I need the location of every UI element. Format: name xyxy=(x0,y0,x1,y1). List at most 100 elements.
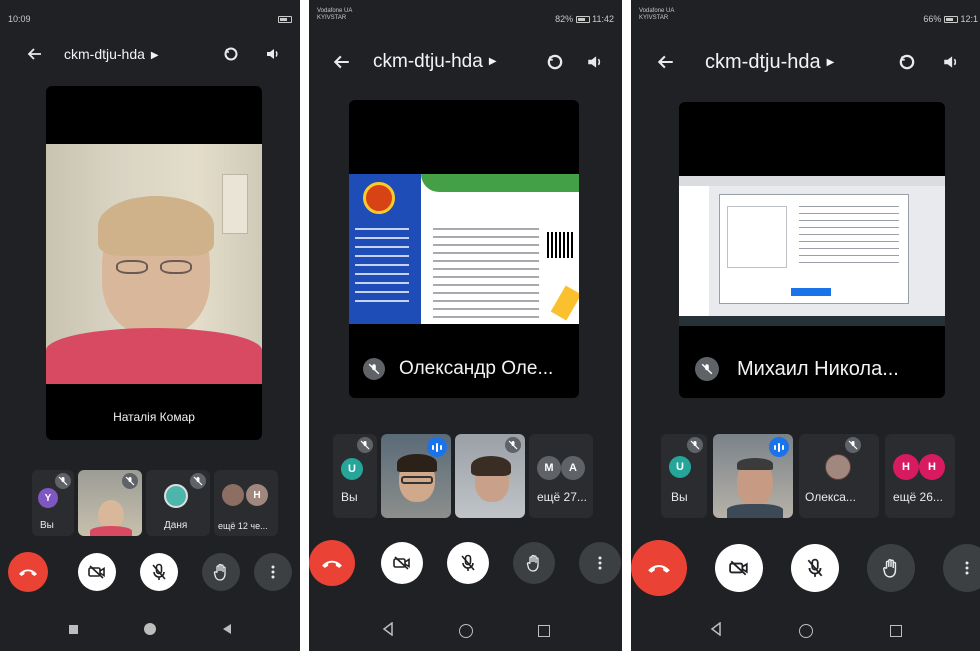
avatar: H xyxy=(893,454,919,480)
home-icon[interactable] xyxy=(459,624,474,638)
self-thumbnail[interactable]: U Вы xyxy=(333,434,377,518)
mic-off-icon xyxy=(363,358,385,380)
camera-off-button[interactable] xyxy=(78,553,116,591)
recents-icon[interactable] xyxy=(69,624,79,634)
switch-camera-icon[interactable] xyxy=(894,49,920,75)
participant-strip: U Вы Олекса... H H ещё 26... xyxy=(661,434,955,518)
self-thumbnail[interactable]: Y Вы xyxy=(32,470,74,536)
more-options-button[interactable] xyxy=(254,553,292,591)
mic-off-button[interactable] xyxy=(140,553,178,591)
battery-icon xyxy=(943,16,958,24)
mic-off-icon xyxy=(687,437,703,453)
mic-off-button[interactable] xyxy=(447,542,489,584)
status-bar: 10:09 xyxy=(0,0,300,34)
status-bar: Vodafone UA KYIVSTAR 66% 12:1 xyxy=(631,0,980,34)
back-icon[interactable] xyxy=(381,621,395,641)
mic-off-icon xyxy=(357,437,373,453)
meeting-code[interactable]: ckm-dtju-hda ▶ xyxy=(64,46,159,62)
end-call-button[interactable] xyxy=(631,540,687,596)
avatar: Y xyxy=(38,488,58,508)
mic-off-icon xyxy=(122,473,138,489)
participant-thumbnail-oleksa[interactable]: Олекса... xyxy=(799,434,879,518)
battery-percent: 82% xyxy=(555,14,574,24)
phone-screen-2: Vodafone UA KYIVSTAR 82% 11:42 ckm-dtju-… xyxy=(309,0,622,651)
mic-off-button[interactable] xyxy=(791,544,839,592)
switch-camera-icon[interactable] xyxy=(218,41,244,67)
meeting-header: ckm-dtju-hda ▶ xyxy=(631,42,980,82)
speaker-icon[interactable] xyxy=(582,49,608,75)
meeting-code[interactable]: ckm-dtju-hda ▶ xyxy=(373,51,497,73)
self-thumbnail[interactable]: U Вы xyxy=(661,434,707,518)
avatar: H xyxy=(246,484,268,506)
meeting-header: ckm-dtju-hda ▶ xyxy=(309,42,622,82)
participant-thumbnail-video[interactable] xyxy=(78,470,142,536)
more-participants-thumbnail[interactable]: M A ещё 27... xyxy=(529,434,593,518)
participant-thumbnail-video[interactable] xyxy=(455,434,525,518)
avatar xyxy=(164,484,188,508)
participant-name: Наталія Комар xyxy=(113,410,195,424)
call-controls xyxy=(0,552,300,592)
end-call-button[interactable] xyxy=(8,552,48,592)
status-time: 12:1 xyxy=(960,14,978,24)
meeting-header: ckm-dtju-hda ▶ xyxy=(0,34,300,74)
back-arrow-icon[interactable] xyxy=(651,47,681,77)
avatar: A xyxy=(561,456,585,480)
more-participants-thumbnail[interactable]: H H ещё 26... xyxy=(885,434,955,518)
recents-icon[interactable] xyxy=(537,625,550,637)
battery-percent: 66% xyxy=(923,14,942,24)
raise-hand-button[interactable] xyxy=(202,553,240,591)
recents-icon[interactable] xyxy=(889,625,902,637)
mic-off-icon xyxy=(695,357,719,381)
participant-name: Олександр Оле... xyxy=(399,358,554,379)
avatar: U xyxy=(669,456,691,478)
back-arrow-icon[interactable] xyxy=(327,47,357,77)
main-video-tile[interactable]: Олександр Оле... xyxy=(349,100,579,398)
participant-thumbnail-video-speaking[interactable] xyxy=(713,434,793,518)
android-nav-bar xyxy=(631,613,980,649)
more-options-button[interactable] xyxy=(579,542,621,584)
meeting-code[interactable]: ckm-dtju-hda ▶ xyxy=(705,51,834,74)
raise-hand-button[interactable] xyxy=(513,542,555,584)
speaking-indicator-icon xyxy=(769,437,789,457)
back-arrow-icon[interactable] xyxy=(20,39,50,69)
avatar xyxy=(222,484,244,506)
home-icon[interactable] xyxy=(799,624,814,638)
mic-off-icon xyxy=(190,473,206,489)
avatar: M xyxy=(537,456,561,480)
shared-screen-desktop xyxy=(679,176,945,326)
participant-strip: Y Вы Даня H ещё 12 че... xyxy=(32,470,278,536)
avatar xyxy=(825,454,851,480)
status-time: 10:09 xyxy=(8,14,31,24)
end-call-button[interactable] xyxy=(309,540,355,586)
back-icon[interactable] xyxy=(222,624,231,634)
battery-icon xyxy=(575,16,590,24)
participant-thumbnail-danya[interactable]: Даня xyxy=(146,470,210,536)
participant-thumbnail-video-speaking[interactable] xyxy=(381,434,451,518)
speaker-icon[interactable] xyxy=(938,49,964,75)
call-controls xyxy=(309,540,622,586)
main-video-tile[interactable]: Наталія Комар xyxy=(46,86,262,440)
home-icon[interactable] xyxy=(144,623,157,635)
more-participants-thumbnail[interactable]: H ещё 12 че... xyxy=(214,470,278,536)
back-icon[interactable] xyxy=(709,621,723,641)
avatar: H xyxy=(919,454,945,480)
status-time: 11:42 xyxy=(592,14,614,24)
call-controls xyxy=(631,540,980,596)
mic-off-icon xyxy=(55,473,71,489)
speaker-icon[interactable] xyxy=(260,41,286,67)
speaking-indicator-icon xyxy=(427,437,447,457)
android-nav-bar xyxy=(309,613,622,649)
mic-off-icon xyxy=(845,437,861,453)
carrier-name: Vodafone UA KYIVSTAR xyxy=(639,8,675,21)
avatar: U xyxy=(341,458,363,480)
camera-off-button[interactable] xyxy=(715,544,763,592)
shared-screen-presentation xyxy=(349,174,579,324)
android-nav-bar xyxy=(0,611,300,647)
carrier-name: Vodafone UA KYIVSTAR xyxy=(317,8,353,21)
switch-camera-icon[interactable] xyxy=(542,49,568,75)
main-video-tile[interactable]: Михаил Никола... xyxy=(679,102,945,398)
battery-icon xyxy=(278,14,292,24)
raise-hand-button[interactable] xyxy=(867,544,915,592)
more-options-button[interactable] xyxy=(943,544,980,592)
camera-off-button[interactable] xyxy=(381,542,423,584)
